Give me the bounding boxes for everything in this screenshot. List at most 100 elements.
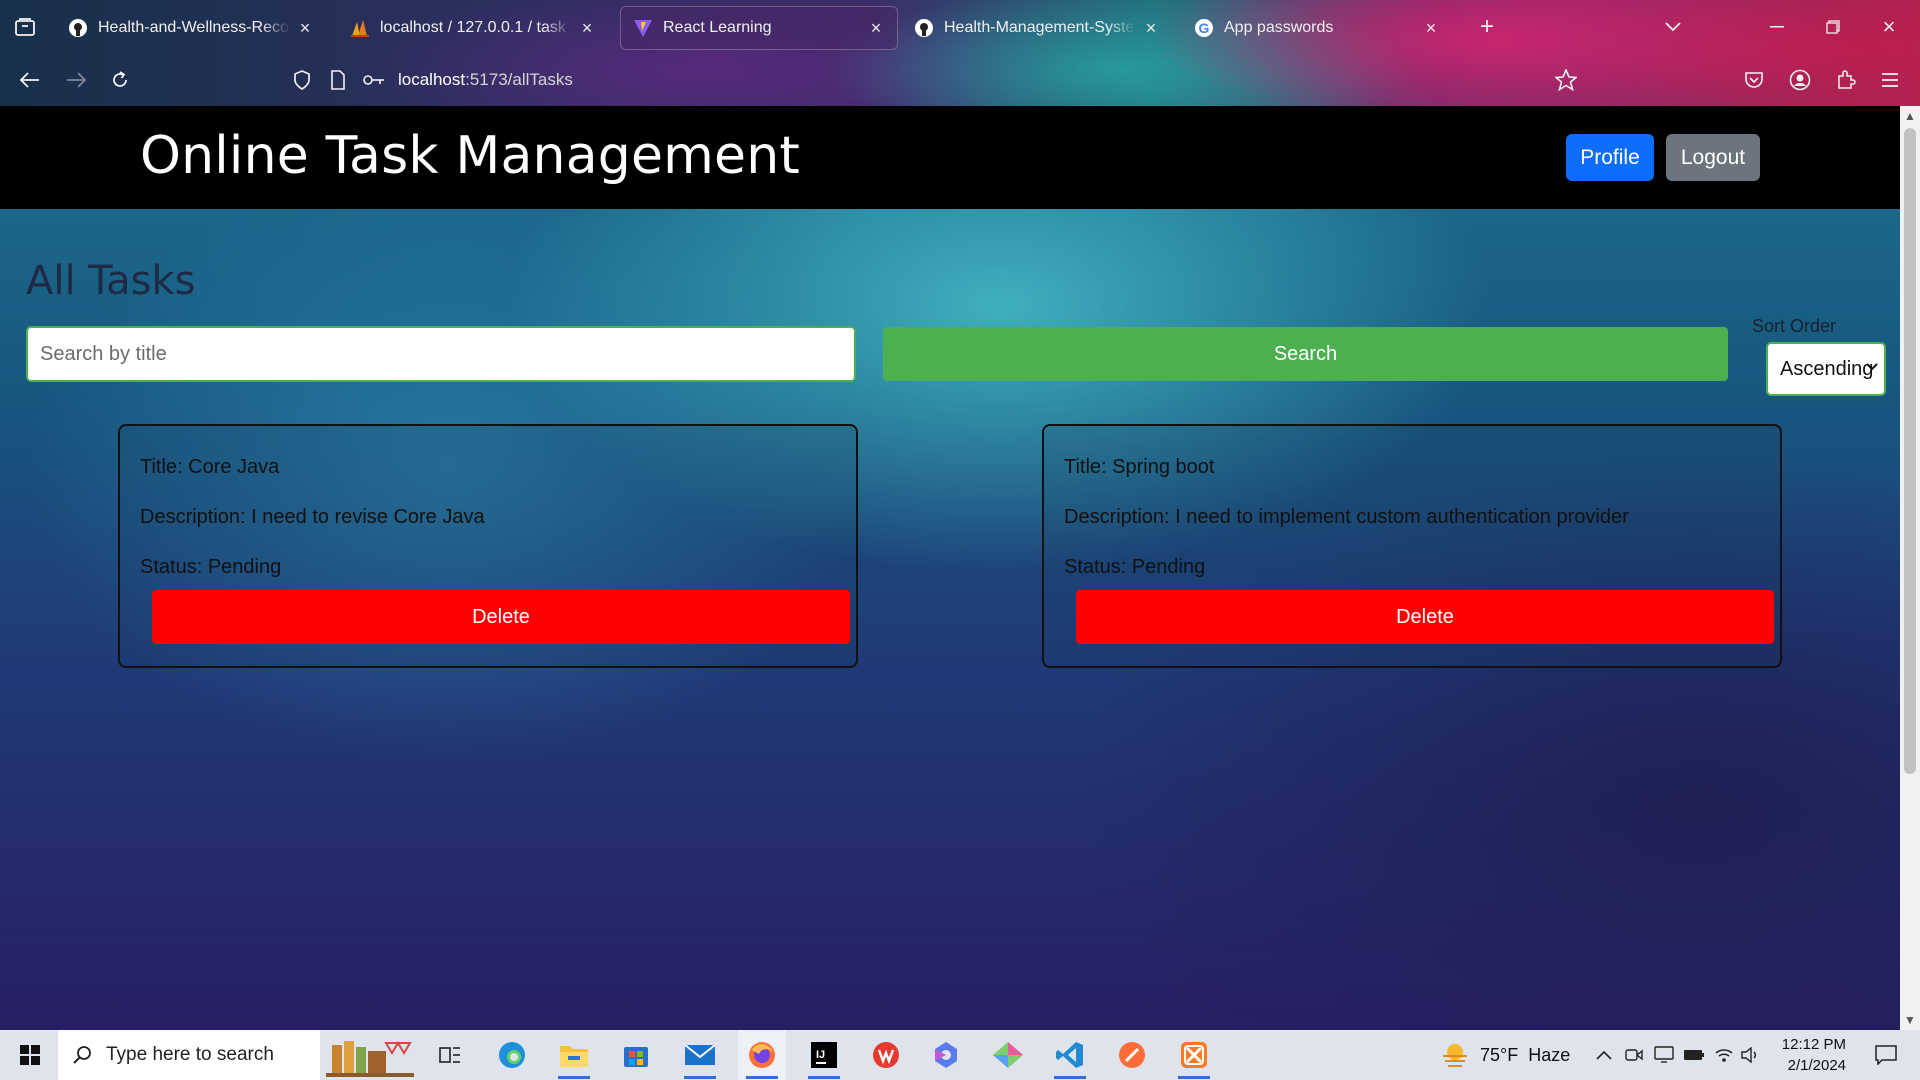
wifi-icon[interactable] bbox=[1712, 1030, 1736, 1080]
task-status: Status: Pending bbox=[1064, 556, 1206, 578]
vscode-icon[interactable] bbox=[1046, 1030, 1094, 1080]
app-title: Online Task Management bbox=[140, 126, 800, 186]
tab-health-management[interactable]: Health-Management-System/F × bbox=[902, 6, 1172, 50]
extensions-icon[interactable] bbox=[1832, 66, 1860, 94]
account-icon[interactable] bbox=[1786, 66, 1814, 94]
search-input[interactable] bbox=[26, 326, 856, 382]
window-close-icon[interactable]: × bbox=[1876, 14, 1902, 40]
scroll-down-icon[interactable]: ▼ bbox=[1900, 1010, 1920, 1030]
pocket-icon[interactable] bbox=[1740, 66, 1768, 94]
taskbar-search-placeholder: Type here to search bbox=[106, 1044, 274, 1065]
wps-office-icon[interactable] bbox=[862, 1030, 910, 1080]
tab-label: App passwords bbox=[1224, 19, 1334, 36]
svg-text:IJ: IJ bbox=[816, 1049, 825, 1061]
close-icon[interactable]: × bbox=[1142, 18, 1160, 38]
tab-label: Health-and-Wellness-Recomme bbox=[98, 19, 290, 36]
delete-button[interactable]: Delete bbox=[152, 590, 850, 644]
tab-bar: Health-and-Wellness-Recomme × localhost … bbox=[0, 0, 1920, 54]
search-icon bbox=[72, 1045, 92, 1065]
svg-text:G: G bbox=[1199, 20, 1210, 36]
forward-icon[interactable] bbox=[62, 66, 90, 94]
restore-icon[interactable] bbox=[1820, 14, 1846, 40]
page-scrollbar[interactable]: ▲ ▼ bbox=[1900, 106, 1920, 1030]
weather-widget[interactable]: 75°F Haze bbox=[1440, 1030, 1570, 1080]
weather-description: Haze bbox=[1528, 1044, 1571, 1065]
url-host: localhost bbox=[398, 70, 466, 89]
microsoft-store-icon[interactable] bbox=[612, 1030, 660, 1080]
system-clock[interactable]: 12:12 PM 2/1/2024 bbox=[1760, 1034, 1846, 1076]
scrollbar-thumb[interactable] bbox=[1904, 128, 1916, 774]
reload-icon[interactable] bbox=[106, 66, 134, 94]
windows-taskbar: Type here to search IJ 75°F Haze 12:12 P… bbox=[0, 1030, 1920, 1080]
page-title: All Tasks bbox=[26, 258, 196, 304]
mail-icon[interactable] bbox=[676, 1030, 724, 1080]
list-tabs-icon[interactable] bbox=[1660, 14, 1686, 40]
close-icon[interactable]: × bbox=[578, 18, 596, 38]
profile-button[interactable]: Profile bbox=[1566, 134, 1654, 181]
menu-icon[interactable] bbox=[1876, 66, 1904, 94]
search-button[interactable]: Search bbox=[883, 327, 1728, 381]
chevron-down-icon bbox=[1866, 358, 1878, 376]
page-viewport: Online Task Management Profile Logout Al… bbox=[0, 106, 1920, 1030]
close-icon[interactable]: × bbox=[296, 18, 314, 38]
task-title: Title: Spring boot bbox=[1064, 456, 1215, 478]
clock-time: 12:12 PM bbox=[1781, 1036, 1846, 1053]
task-status: Status: Pending bbox=[140, 556, 282, 578]
edge-icon[interactable] bbox=[488, 1030, 536, 1080]
task-card: Title: Spring boot Description: I need t… bbox=[1042, 424, 1782, 668]
notifications-icon[interactable] bbox=[1864, 1030, 1908, 1080]
intellij-icon[interactable]: IJ bbox=[800, 1030, 848, 1080]
app-header: Online Task Management Profile Logout bbox=[0, 106, 1900, 209]
tab-overview-icon[interactable] bbox=[12, 14, 38, 40]
tab-label: Health-Management-System/F bbox=[944, 19, 1136, 36]
xampp-icon[interactable] bbox=[1170, 1030, 1218, 1080]
tab-health-wellness[interactable]: Health-and-Wellness-Recomme × bbox=[56, 6, 326, 50]
task-view-icon[interactable] bbox=[426, 1030, 474, 1080]
git-icon[interactable] bbox=[984, 1030, 1032, 1080]
close-icon[interactable]: × bbox=[1422, 18, 1440, 38]
key-icon[interactable] bbox=[362, 68, 386, 92]
postman-icon[interactable] bbox=[1108, 1030, 1156, 1080]
tab-phpmyadmin[interactable]: localhost / 127.0.0.1 / task / use × bbox=[338, 6, 608, 50]
back-icon[interactable] bbox=[16, 66, 44, 94]
close-icon[interactable]: × bbox=[867, 18, 885, 38]
address-bar[interactable]: localhost:5173/allTasks bbox=[290, 60, 1580, 100]
taskbar-search[interactable]: Type here to search bbox=[58, 1030, 320, 1080]
weather-temperature: 75°F bbox=[1480, 1044, 1519, 1065]
meet-now-icon[interactable] bbox=[1622, 1030, 1646, 1080]
page-info-icon[interactable] bbox=[326, 68, 350, 92]
display-icon[interactable] bbox=[1652, 1030, 1676, 1080]
shield-icon[interactable] bbox=[290, 68, 314, 92]
url-path: :5173/allTasks bbox=[465, 70, 573, 89]
task-description: Description: I need to implement custom … bbox=[1064, 506, 1629, 528]
firefox-icon[interactable] bbox=[738, 1030, 786, 1080]
sort-order-select[interactable]: Ascending bbox=[1766, 342, 1886, 396]
new-tab-icon[interactable]: + bbox=[1474, 13, 1500, 40]
file-explorer-icon[interactable] bbox=[550, 1030, 598, 1080]
task-title: Title: Core Java bbox=[140, 456, 280, 478]
chevron-up-icon[interactable] bbox=[1592, 1030, 1616, 1080]
tab-label: React Learning bbox=[663, 19, 772, 36]
windows-start-icon[interactable] bbox=[6, 1030, 54, 1080]
battery-icon[interactable] bbox=[1682, 1030, 1706, 1080]
task-card: Title: Core Java Description: I need to … bbox=[118, 424, 858, 668]
tab-react-learning[interactable]: React Learning × bbox=[620, 6, 898, 50]
sort-order-label: Sort Order bbox=[1752, 316, 1837, 336]
search-highlight-icon[interactable] bbox=[320, 1030, 420, 1080]
scroll-up-icon[interactable]: ▲ bbox=[1900, 106, 1920, 126]
github-icon bbox=[68, 18, 88, 38]
copilot-icon[interactable] bbox=[922, 1030, 970, 1080]
phpmyadmin-icon bbox=[350, 18, 370, 38]
tab-app-passwords[interactable]: G App passwords × bbox=[1182, 6, 1452, 50]
github-icon bbox=[914, 18, 934, 38]
logout-button[interactable]: Logout bbox=[1666, 134, 1760, 181]
minimize-icon[interactable] bbox=[1764, 14, 1790, 40]
task-description: Description: I need to revise Core Java bbox=[140, 506, 485, 528]
volume-icon[interactable] bbox=[1738, 1030, 1762, 1080]
browser-chrome: Health-and-Wellness-Recomme × localhost … bbox=[0, 0, 1920, 106]
url-text[interactable]: localhost:5173/allTasks bbox=[398, 70, 573, 90]
bookmark-star-icon[interactable] bbox=[1552, 66, 1580, 94]
google-icon: G bbox=[1194, 18, 1214, 38]
delete-button[interactable]: Delete bbox=[1076, 590, 1774, 644]
haze-icon bbox=[1440, 1042, 1470, 1068]
